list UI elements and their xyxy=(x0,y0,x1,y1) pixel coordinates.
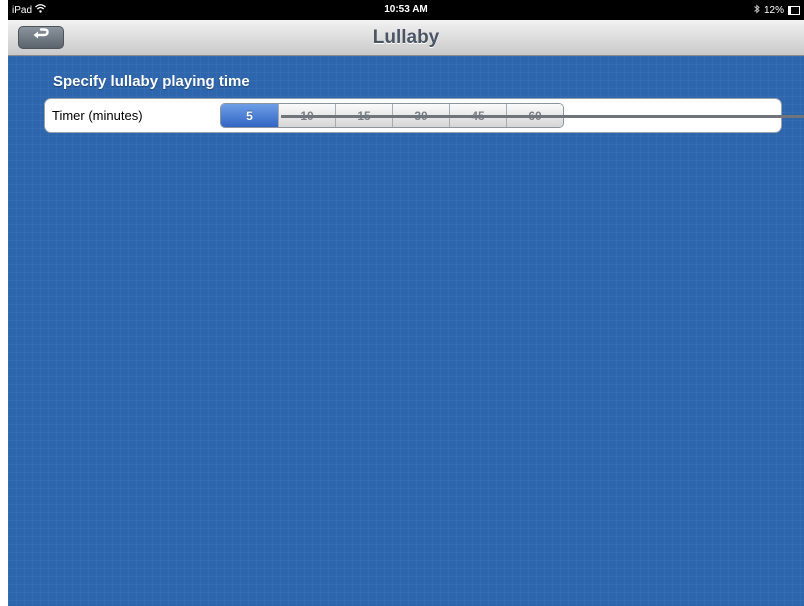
status-time: 10:53 AM xyxy=(384,4,428,15)
timer-row: Timer (minutes) 5 10 15 30 45 60 xyxy=(44,98,804,133)
timer-option-15[interactable]: 15 xyxy=(335,104,392,127)
timer-option-45[interactable]: 45 xyxy=(449,104,506,127)
status-right: 12% xyxy=(754,4,800,17)
section-header: Specify lullaby playing time xyxy=(53,73,250,90)
app-screen: iPad 10:53 AM 12% Lullaby Specify lullab… xyxy=(0,0,804,606)
timer-option-10[interactable]: 10 xyxy=(278,104,335,127)
bluetooth-icon xyxy=(754,4,760,17)
main-content: Specify lullaby playing time Timer (minu… xyxy=(8,56,804,606)
battery-icon xyxy=(788,6,800,15)
status-bar: iPad 10:53 AM 12% xyxy=(8,0,804,20)
timer-segmented-control: 5 10 15 30 45 60 xyxy=(220,103,564,128)
navigation-bar: Lullaby xyxy=(8,20,804,56)
timer-option-5[interactable]: 5 xyxy=(221,104,278,127)
page-title: Lullaby xyxy=(372,27,440,48)
timer-label: Timer (minutes) xyxy=(52,108,143,123)
timer-option-60[interactable]: 60 xyxy=(506,104,563,127)
battery-percent: 12% xyxy=(763,5,784,16)
timer-option-30[interactable]: 30 xyxy=(392,104,449,127)
